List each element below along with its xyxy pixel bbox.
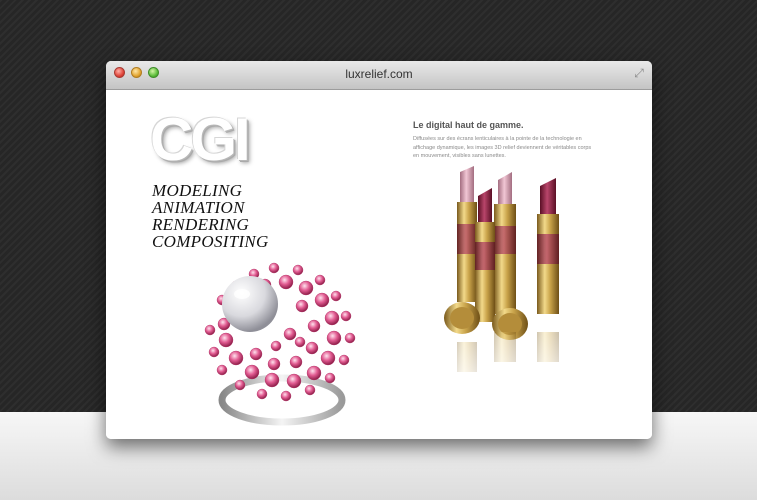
lipsticks-image (436, 166, 596, 402)
pearl-ring-image (204, 262, 356, 426)
browser-window: luxrelief.com ⤢ CGI MODELING ANIMATION R… (106, 61, 652, 439)
feature-description: Diffusées sur des écrans lenticulaires à… (413, 136, 592, 159)
fullscreen-icon[interactable]: ⤢ (632, 66, 646, 80)
service-item: ANIMATION (152, 198, 245, 217)
service-item: MODELING (152, 181, 243, 200)
page-content: CGI MODELING ANIMATION RENDERING COMPOSI… (106, 90, 652, 439)
title-bar[interactable]: luxrelief.com ⤢ (106, 61, 652, 90)
cgi-logo: CGI (150, 106, 251, 173)
window-title: luxrelief.com (345, 67, 413, 81)
feature-headline: Le digital haut de gamme. (413, 120, 524, 130)
